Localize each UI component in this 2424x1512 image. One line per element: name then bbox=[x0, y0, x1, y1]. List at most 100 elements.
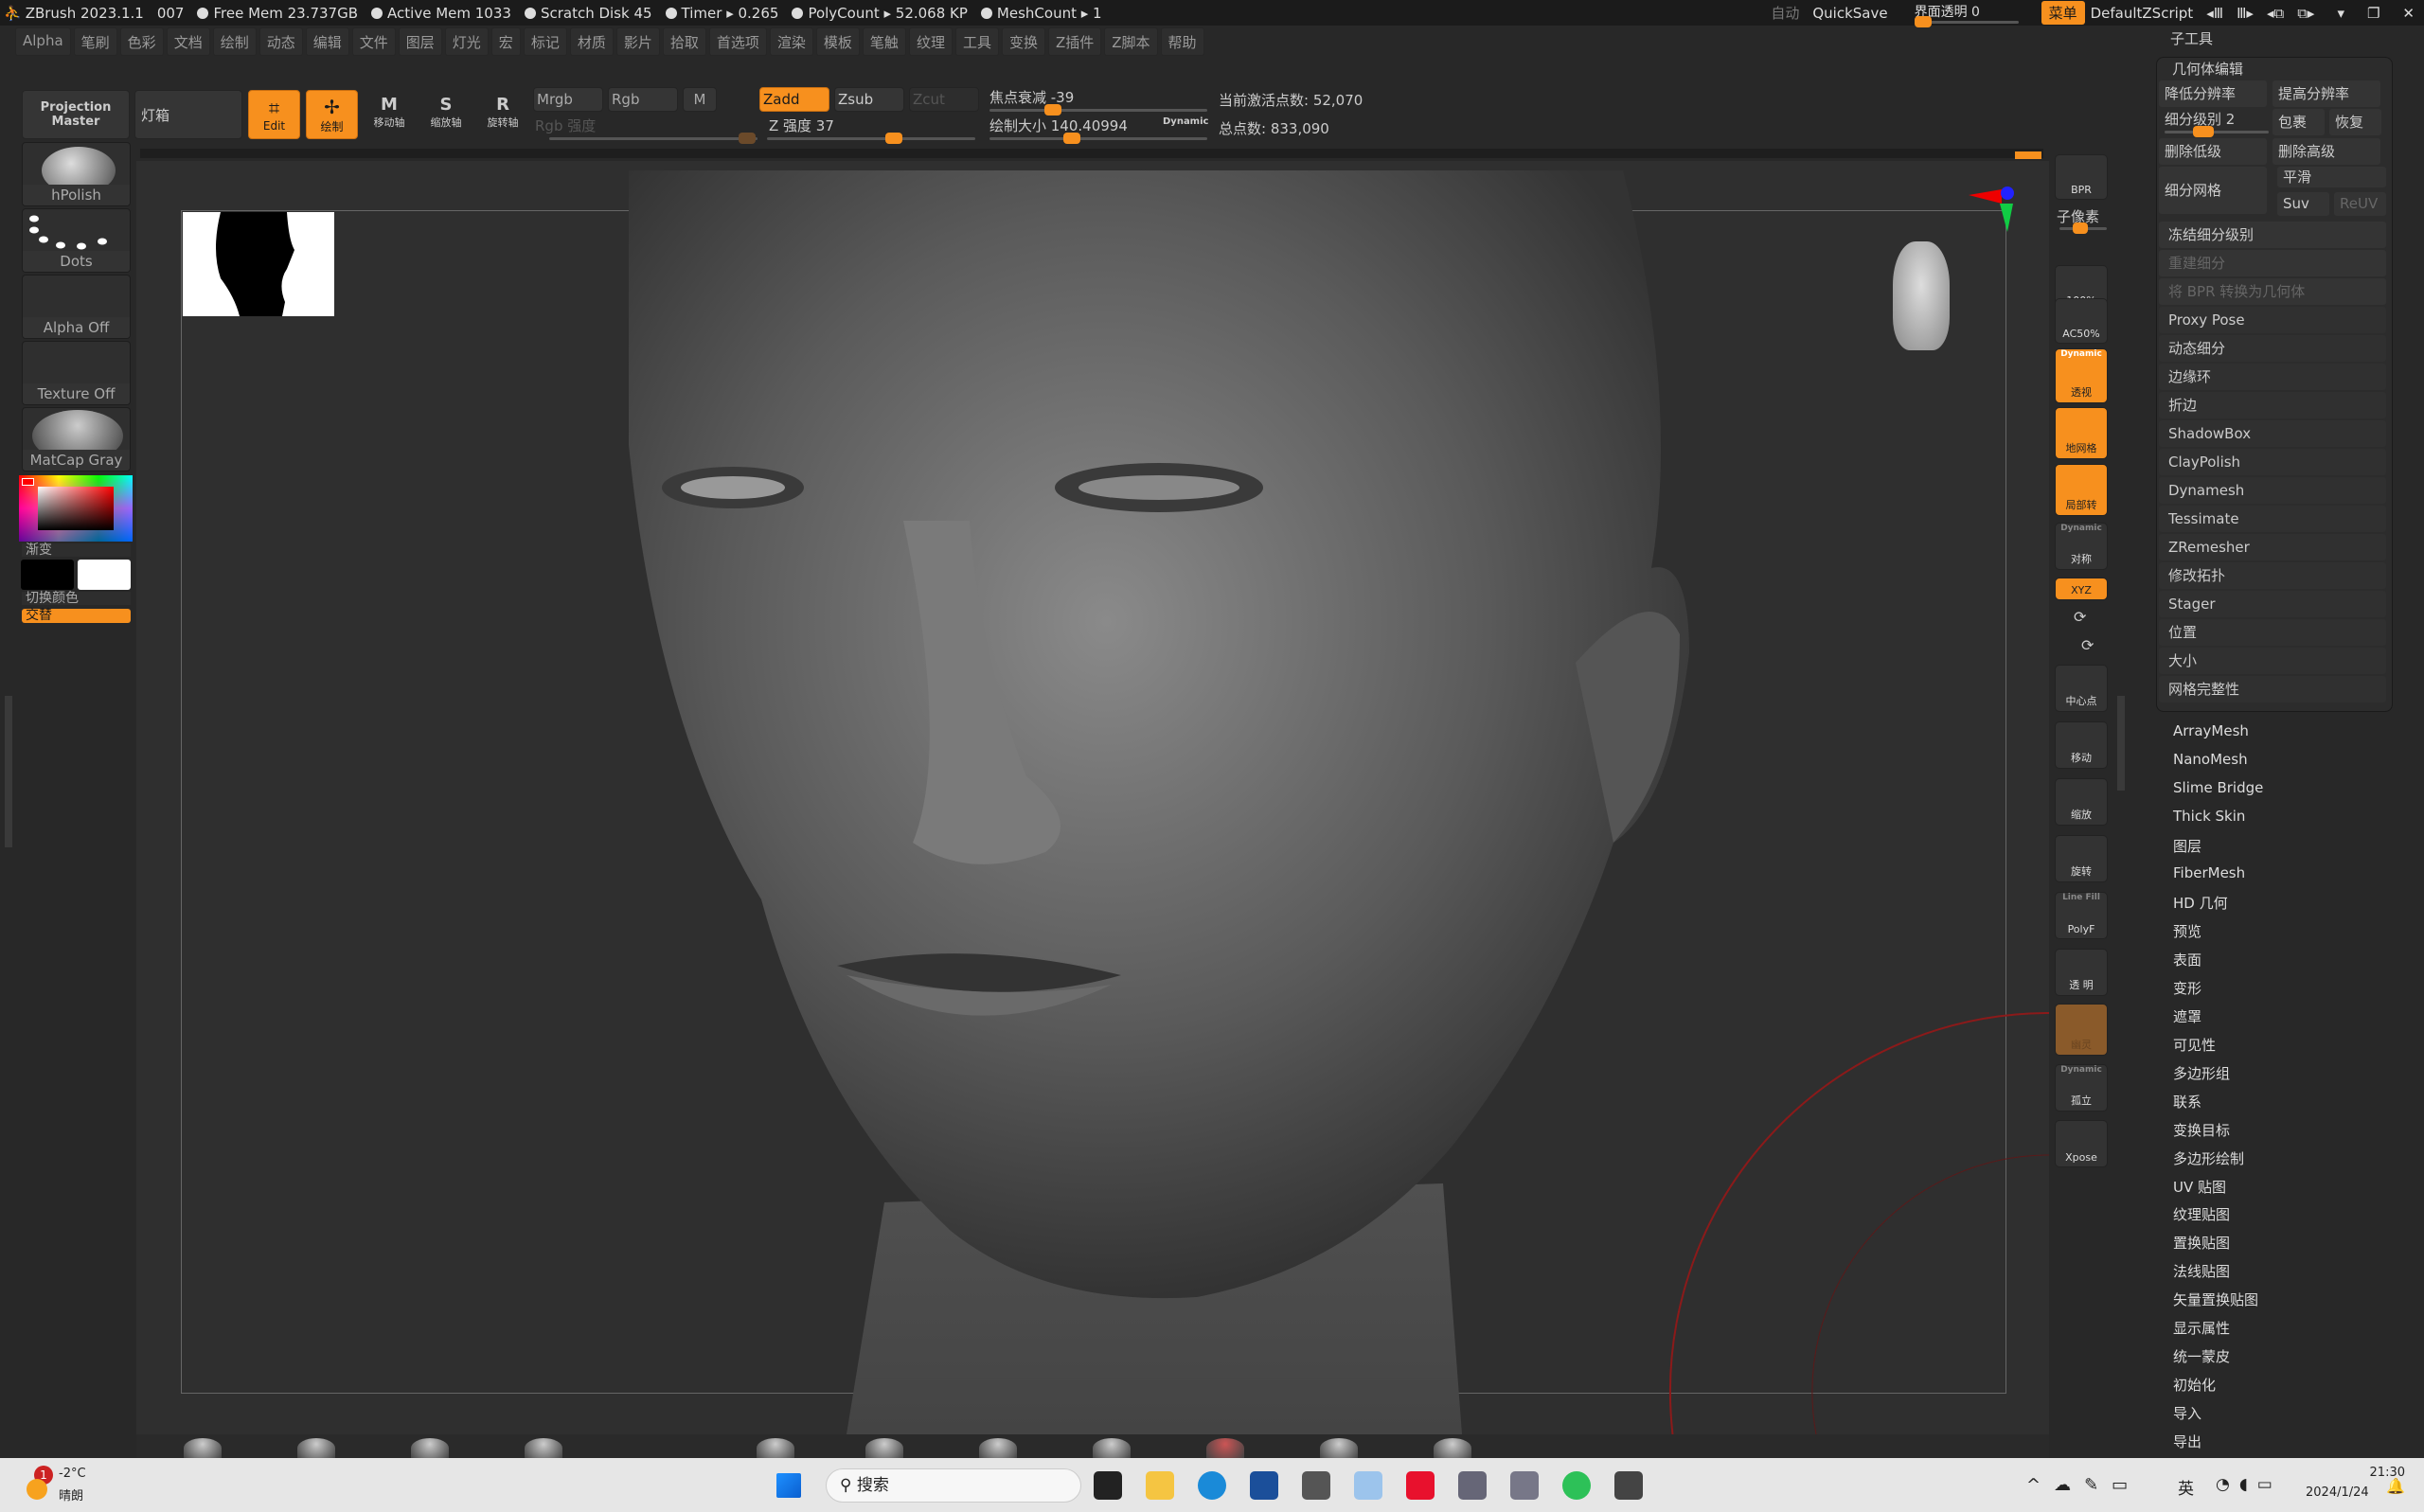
mrgb-button[interactable]: Mrgb bbox=[533, 87, 603, 112]
lightbox-thumbnail[interactable] bbox=[1320, 1438, 1358, 1458]
texture-selector[interactable]: Texture Off bbox=[22, 341, 131, 405]
lightbox-thumbnail[interactable] bbox=[865, 1438, 903, 1458]
m-button[interactable]: M bbox=[683, 87, 717, 112]
clock-app-icon[interactable] bbox=[1458, 1471, 1487, 1500]
menu-item[interactable]: Z脚本 bbox=[1104, 27, 1158, 56]
snipping-tool-icon[interactable] bbox=[1354, 1471, 1382, 1500]
camera-icon[interactable] bbox=[1302, 1471, 1330, 1500]
switch-color-button[interactable]: 切换颜色 bbox=[22, 592, 131, 605]
lightbox-thumbnail[interactable] bbox=[411, 1438, 449, 1458]
ui-transparency-slider[interactable]: 界面透明 0 bbox=[1914, 2, 2028, 27]
color-picker[interactable] bbox=[19, 475, 133, 542]
menu-item[interactable]: 色彩 bbox=[119, 27, 164, 56]
tool-section-header[interactable]: Thick Skin bbox=[2173, 808, 2245, 825]
tool-section-header[interactable]: 初始化 bbox=[2173, 1375, 2216, 1395]
system-tray-icons[interactable]: ^☁✎▭ bbox=[2026, 1475, 2141, 1495]
zsub-button[interactable]: Zsub bbox=[834, 87, 904, 112]
subdiv-level-slider[interactable] bbox=[2165, 126, 2269, 137]
alpha-selector[interactable]: Alpha Off bbox=[22, 275, 131, 339]
draw-button[interactable]: ✢ 绘制 bbox=[306, 90, 358, 139]
menu-item[interactable]: 图层 bbox=[398, 27, 442, 56]
geometry-item[interactable]: 网格完整性 bbox=[2159, 676, 2386, 703]
right-tray-scroll[interactable] bbox=[2117, 696, 2125, 791]
tool-section-header[interactable]: 统一蒙皮 bbox=[2173, 1346, 2230, 1366]
menu-item[interactable]: 绘制 bbox=[212, 27, 257, 56]
geometry-item[interactable]: 动态细分 bbox=[2159, 335, 2386, 362]
convert-bpr-button[interactable]: 将 BPR 转换为几何体 bbox=[2159, 278, 2386, 305]
geometry-item[interactable]: Tessimate bbox=[2159, 506, 2386, 532]
menu-item[interactable]: 文档 bbox=[166, 27, 210, 56]
menu-item[interactable]: 宏 bbox=[490, 27, 521, 56]
tool-section-header[interactable]: 多边形组 bbox=[2173, 1063, 2230, 1083]
right-tool-10[interactable]: 移动 bbox=[2055, 721, 2108, 769]
geometry-item[interactable]: Dynamesh bbox=[2159, 477, 2386, 504]
restore-icon[interactable]: ❐ bbox=[2367, 5, 2379, 22]
tool-section-header[interactable]: 置换贴图 bbox=[2173, 1233, 2230, 1253]
right-tool-3[interactable]: AC50% bbox=[2055, 298, 2108, 344]
menu-item[interactable]: 纹理 bbox=[908, 27, 953, 56]
notification-icon[interactable]: 🔔 bbox=[2386, 1477, 2405, 1495]
youdao-icon[interactable] bbox=[1406, 1471, 1435, 1500]
rgb-button[interactable]: Rgb bbox=[608, 87, 678, 112]
menu-item[interactable]: 影片 bbox=[615, 27, 660, 56]
menu-item[interactable]: 帮助 bbox=[1160, 27, 1204, 56]
tool-section-header[interactable]: 可见性 bbox=[2173, 1035, 2216, 1055]
tool-section-header[interactable]: 多边形绘制 bbox=[2173, 1148, 2244, 1168]
delete-higher-button[interactable]: 删除高级 bbox=[2272, 138, 2380, 165]
menu-item[interactable]: 文件 bbox=[351, 27, 396, 56]
right-tool-16[interactable]: Dynamic 孤立 bbox=[2055, 1064, 2108, 1112]
subtool-header[interactable]: 子工具 bbox=[2170, 28, 2213, 48]
draw-size-slider[interactable] bbox=[989, 133, 1207, 144]
right-tool-7[interactable]: Dynamic 对称 bbox=[2055, 523, 2108, 570]
rotate-y-icon[interactable]: ⟳ bbox=[2074, 608, 2086, 626]
lightbox-thumbnail[interactable] bbox=[184, 1438, 222, 1458]
tool-section-header[interactable]: NanoMesh bbox=[2173, 751, 2248, 768]
menu-item[interactable]: 工具 bbox=[954, 27, 999, 56]
tool-section-header[interactable]: 图层 bbox=[2173, 836, 2201, 856]
zbrush-task-icon[interactable] bbox=[1614, 1471, 1643, 1500]
lightbox-thumbnail[interactable] bbox=[1093, 1438, 1131, 1458]
weather-icon[interactable] bbox=[27, 1479, 47, 1500]
rotate-z-icon[interactable]: ⟳ bbox=[2081, 636, 2094, 654]
tool-section-header[interactable]: UV 贴图 bbox=[2173, 1177, 2226, 1197]
script-label[interactable]: DefaultZScript bbox=[2091, 5, 2194, 22]
lightbox-thumbnail[interactable] bbox=[297, 1438, 335, 1458]
menu-item[interactable]: Z插件 bbox=[1047, 27, 1102, 56]
tool-section-header[interactable]: 遮罩 bbox=[2173, 1006, 2201, 1026]
rotate-button[interactable]: R 旋转轴 bbox=[478, 95, 527, 130]
menu-item[interactable]: 标记 bbox=[523, 27, 567, 56]
menu-item[interactable]: 首选项 bbox=[708, 27, 767, 56]
tool-section-header[interactable]: 表面 bbox=[2173, 950, 2201, 969]
menu-item[interactable]: 笔刷 bbox=[73, 27, 117, 56]
tool-section-header[interactable]: 预览 bbox=[2173, 921, 2201, 941]
file-explorer-icon[interactable] bbox=[1146, 1471, 1174, 1500]
lightbox-thumbnail[interactable] bbox=[979, 1438, 1017, 1458]
menu-item[interactable]: 笔触 bbox=[862, 27, 906, 56]
store-icon[interactable] bbox=[1250, 1471, 1278, 1500]
minimize-icon[interactable]: ▾ bbox=[2337, 5, 2344, 22]
dynamic-size-toggle[interactable]: Dynamic bbox=[1163, 116, 1208, 127]
tool-section-header[interactable]: Slime Bridge bbox=[2173, 779, 2263, 796]
task-view-icon[interactable] bbox=[1094, 1471, 1122, 1500]
projection-master-button[interactable]: Projection Master bbox=[22, 90, 130, 139]
menu-button[interactable]: 菜单 bbox=[2041, 1, 2085, 25]
geometry-item[interactable]: 折边 bbox=[2159, 392, 2386, 418]
menu-item[interactable]: 灯光 bbox=[444, 27, 489, 56]
smooth-toggle[interactable]: 平滑 bbox=[2277, 167, 2386, 187]
menu-item[interactable]: 拾取 bbox=[662, 27, 706, 56]
menu-item[interactable]: Alpha bbox=[15, 27, 71, 56]
settings-icon[interactable] bbox=[1510, 1471, 1539, 1500]
secondary-color-swatch[interactable] bbox=[78, 560, 131, 590]
tool-section-header[interactable]: 联系 bbox=[2173, 1092, 2201, 1112]
axis-gizmo[interactable] bbox=[1888, 161, 2021, 237]
rgb-intensity-slider[interactable] bbox=[549, 133, 758, 144]
wrap-button[interactable]: 包裹 bbox=[2272, 109, 2325, 135]
tool-section-header[interactable]: 导出 bbox=[2173, 1432, 2201, 1451]
geometry-item[interactable]: ShadowBox bbox=[2159, 420, 2386, 447]
higher-res-button[interactable]: 提高分辨率 bbox=[2272, 80, 2380, 107]
menu-item[interactable]: 变换 bbox=[1001, 27, 1045, 56]
edit-button[interactable]: ⌗ Edit bbox=[248, 90, 300, 139]
tool-section-header[interactable]: 变换目标 bbox=[2173, 1120, 2230, 1140]
clock-date[interactable]: 2024/1/24 bbox=[2306, 1485, 2369, 1500]
left-tray-scroll[interactable] bbox=[5, 696, 12, 847]
